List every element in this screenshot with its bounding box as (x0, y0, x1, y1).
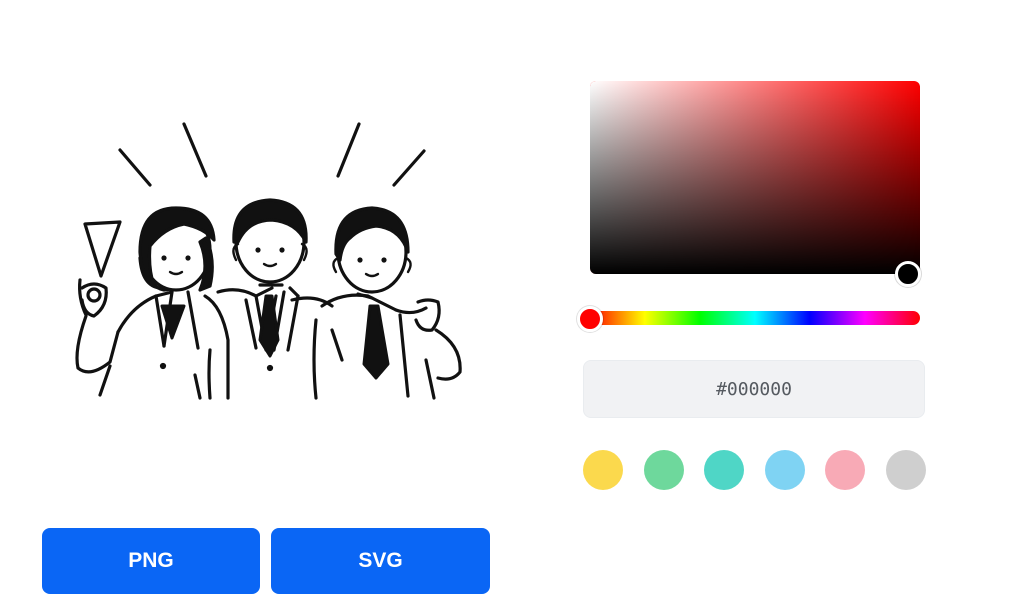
swatch-pink[interactable] (825, 450, 865, 490)
swatch-yellow[interactable] (583, 450, 623, 490)
hue-slider-thumb[interactable] (577, 306, 603, 332)
png-export-button[interactable]: PNG (42, 528, 260, 594)
value-gradient (590, 81, 920, 274)
three-cheering-office-workers-icon (75, 122, 462, 400)
icon-editor: PNG SVG (0, 0, 1024, 607)
saturation-value-area[interactable] (590, 81, 920, 274)
svg-export-button[interactable]: SVG (271, 528, 490, 594)
swatch-green[interactable] (644, 450, 684, 490)
hex-color-input[interactable] (583, 360, 925, 418)
swatch-teal[interactable] (704, 450, 744, 490)
saturation-value-thumb[interactable] (895, 261, 921, 287)
hue-slider[interactable] (590, 311, 920, 325)
swatch-sky-blue[interactable] (765, 450, 805, 490)
swatch-gray[interactable] (886, 450, 926, 490)
